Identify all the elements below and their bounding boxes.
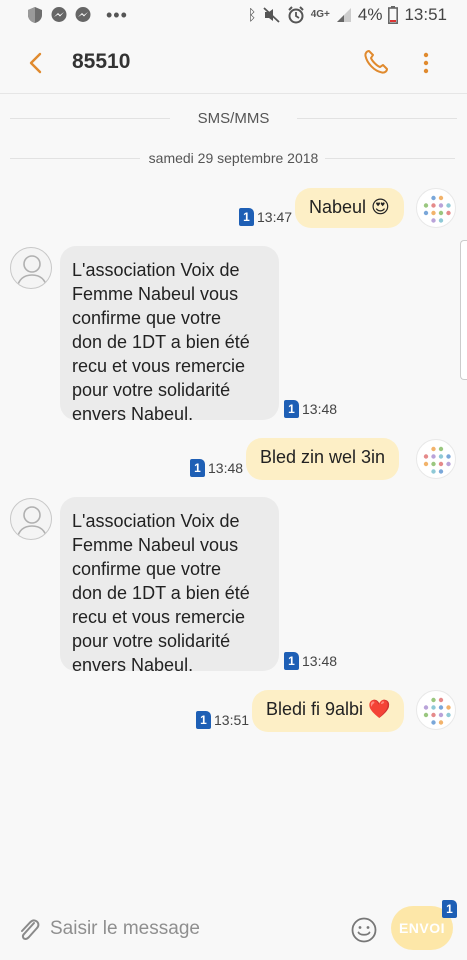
conversation-header: 85510 <box>0 32 467 94</box>
message-time: 13:48 <box>208 460 244 476</box>
person-icon <box>16 255 48 288</box>
message-meta: 1 13:48 <box>284 652 337 670</box>
alarm-icon <box>287 6 304 24</box>
message-bubble-outgoing[interactable]: Bled zin wel 3in <box>246 438 400 480</box>
message-input[interactable] <box>50 914 330 944</box>
message-bubble-incoming[interactable]: L'association Voix de Femme Nabeul vous … <box>60 497 279 675</box>
status-bar: ••• ᛒ 4G+ 4% 13:51 <box>0 0 467 32</box>
scrollbar-thumb[interactable] <box>460 240 467 380</box>
message-meta: 1 13:48 <box>190 459 243 477</box>
person-icon <box>16 506 48 539</box>
mute-icon <box>263 7 280 23</box>
avatar[interactable] <box>10 247 52 289</box>
message-line: L'association Voix de <box>72 260 240 280</box>
message-text: Nabeul 😍 <box>309 197 390 217</box>
paperclip-icon[interactable] <box>16 916 42 944</box>
messenger-icon <box>51 7 67 22</box>
signal-icon <box>336 8 351 22</box>
sim-badge: 1 <box>284 400 299 418</box>
message-line: don de 1DT a bien été <box>72 332 250 352</box>
date-separator: samedi 29 septembre 2018 <box>148 150 319 166</box>
sim-badge: 1 <box>239 208 254 226</box>
message-line: envers Nabeul. <box>72 404 194 424</box>
message-time: 13:51 <box>214 712 250 728</box>
sim-badge: 1 <box>196 711 211 729</box>
message-line: Femme Nabeul vous <box>72 284 239 304</box>
message-meta: 1 13:48 <box>284 400 337 418</box>
message-line: confirme que votre <box>72 559 222 579</box>
contact-title: 85510 <box>72 50 131 73</box>
avatar[interactable] <box>10 498 52 540</box>
dot-pattern-icon <box>423 195 451 223</box>
message-line: pour votre solidarité <box>72 380 231 400</box>
message-line: recu et vous remercie <box>72 607 246 627</box>
shield-icon <box>28 7 42 23</box>
phone-icon[interactable] <box>362 48 390 76</box>
battery-percent: 4% <box>357 5 383 24</box>
message-line: pour votre solidarité <box>72 631 231 651</box>
message-text: Bled zin wel 3in <box>260 447 386 467</box>
more-vertical-icon[interactable] <box>418 50 434 76</box>
avatar[interactable] <box>416 188 456 228</box>
message-meta: 1 13:47 <box>239 208 292 226</box>
avatar[interactable] <box>416 439 456 479</box>
message-bubble-outgoing[interactable]: Bledi fi 9albi ❤️ <box>252 690 405 732</box>
message-line: Femme Nabeul vous <box>72 535 239 555</box>
message-line: confirme que votre <box>72 308 222 328</box>
message-meta: 1 13:51 <box>196 711 249 729</box>
dot-pattern-icon <box>423 446 451 474</box>
message-line: envers Nabeul. <box>72 655 194 675</box>
message-line: don de 1DT a bien été <box>72 583 250 603</box>
message-text: Bledi fi 9albi ❤️ <box>266 699 391 719</box>
message-line: recu et vous remercie <box>72 356 246 376</box>
dot-pattern-icon <box>423 697 451 725</box>
emoji-icon[interactable] <box>350 916 378 944</box>
message-type-label: SMS/MMS <box>197 110 270 127</box>
more-dots-icon: ••• <box>106 5 128 25</box>
message-time: 13:48 <box>302 401 338 417</box>
message-composer: ENVOI <box>0 898 467 960</box>
sim-badge: 1 <box>442 900 457 918</box>
message-bubble-outgoing[interactable]: Nabeul 😍 <box>295 188 404 228</box>
sim-badge: 1 <box>284 652 299 670</box>
battery-icon <box>388 6 399 24</box>
message-time: 13:48 <box>302 653 338 669</box>
network-type: 4G+ <box>310 9 330 20</box>
sim-badge: 1 <box>190 459 205 477</box>
avatar[interactable] <box>416 690 456 730</box>
back-arrow-icon[interactable] <box>24 50 48 76</box>
message-line: L'association Voix de <box>72 511 240 531</box>
message-bubble-incoming[interactable]: L'association Voix de Femme Nabeul vous … <box>60 246 279 424</box>
message-time: 13:47 <box>257 209 293 225</box>
messenger-icon <box>75 7 91 22</box>
clock: 13:51 <box>404 5 447 24</box>
bluetooth-icon: ᛒ <box>247 6 257 24</box>
